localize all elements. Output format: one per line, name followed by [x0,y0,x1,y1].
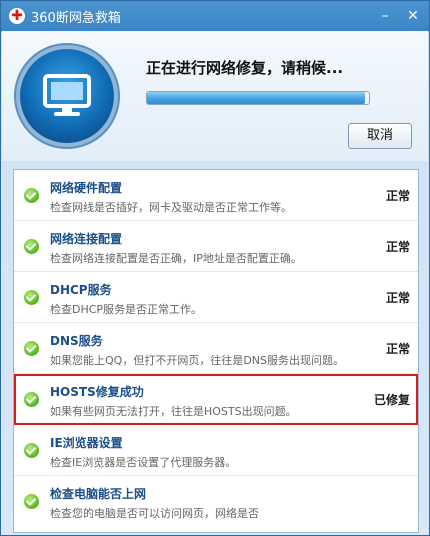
repair-progress-bar [146,91,370,105]
item-title: DHCP服务 [50,283,112,297]
item-description: 检查网络连接配置是否正确，IP地址是否配置正确。 [50,252,302,265]
green-check-icon [24,443,39,458]
green-check-icon [24,188,39,203]
monitor-badge [20,49,114,143]
item-title: 网络连接配置 [50,232,123,246]
list-item-network-connection: 网络连接配置 检查网络连接配置是否正确，IP地址是否配置正确。 正常 [14,221,418,272]
list-item-network-hardware: 网络硬件配置 检查网线是否插好，网卡及驱动是否正常工作等。 正常 [14,170,418,221]
item-status: 已修复 [373,393,410,407]
item-description: 检查DHCP服务是否正常工作。 [50,303,203,316]
item-status: 正常 [385,189,410,203]
list-item-dns: DNS服务 如果您能上QQ，但打不开网页，往往是DNS服务出现问题。 正常 [14,323,418,374]
item-description: 检查网线是否插好，网卡及驱动是否正常工作等。 [50,201,292,214]
item-title: IE浏览器设置 [50,436,123,450]
list-item-ie-settings: IE浏览器设置 检查IE浏览器是否设置了代理服务器。 [14,425,418,476]
item-status: 正常 [385,342,410,356]
close-button[interactable]: ✕ [403,7,423,25]
green-check-icon [24,392,39,407]
monitor-icon [43,74,91,116]
repair-progress-fill [147,92,365,104]
green-check-icon [24,341,39,356]
item-title: 网络硬件配置 [50,181,123,195]
item-description: 检查IE浏览器是否设置了代理服务器。 [50,456,237,469]
item-status: 正常 [385,240,410,254]
list-item-hosts: HOSTS修复成功 如果有些网页无法打开，往往是HOSTS出现问题。 已修复 [14,374,418,425]
item-title: DNS服务 [50,334,103,348]
app-window: ✚ 360断网急救箱 – ✕ 正在进行网络修复，请稍候... 取消 网络硬件配置… [0,0,430,536]
green-check-icon [24,494,39,509]
minimize-button[interactable]: – [375,7,395,25]
item-title: HOSTS修复成功 [50,385,144,399]
item-status: 正常 [385,291,410,305]
list-item-internet-check: 检查电脑能否上网 检查您的电脑是否可以访问网页，网络是否 [14,476,418,526]
window-title: 360断网急救箱 [31,10,121,26]
first-aid-cross-icon: ✚ [9,8,25,24]
item-description: 如果有些网页无法打开，往往是HOSTS出现问题。 [50,405,297,418]
cancel-button[interactable]: 取消 [348,123,412,149]
status-title: 正在进行网络修复，请稍候... [146,59,344,77]
header-panel: 正在进行网络修复，请稍候... 取消 [2,31,428,161]
title-bar[interactable]: ✚ 360断网急救箱 – ✕ [1,1,429,31]
list-item-dhcp: DHCP服务 检查DHCP服务是否正常工作。 正常 [14,272,418,323]
item-description: 如果您能上QQ，但打不开网页，往往是DNS服务出现问题。 [50,354,344,367]
item-title: 检查电脑能否上网 [50,487,147,501]
green-check-icon [24,290,39,305]
check-list: 网络硬件配置 检查网线是否插好，网卡及驱动是否正常工作等。 正常 网络连接配置 … [13,169,419,533]
item-description: 检查您的电脑是否可以访问网页，网络是否 [50,507,259,520]
green-check-icon [24,239,39,254]
